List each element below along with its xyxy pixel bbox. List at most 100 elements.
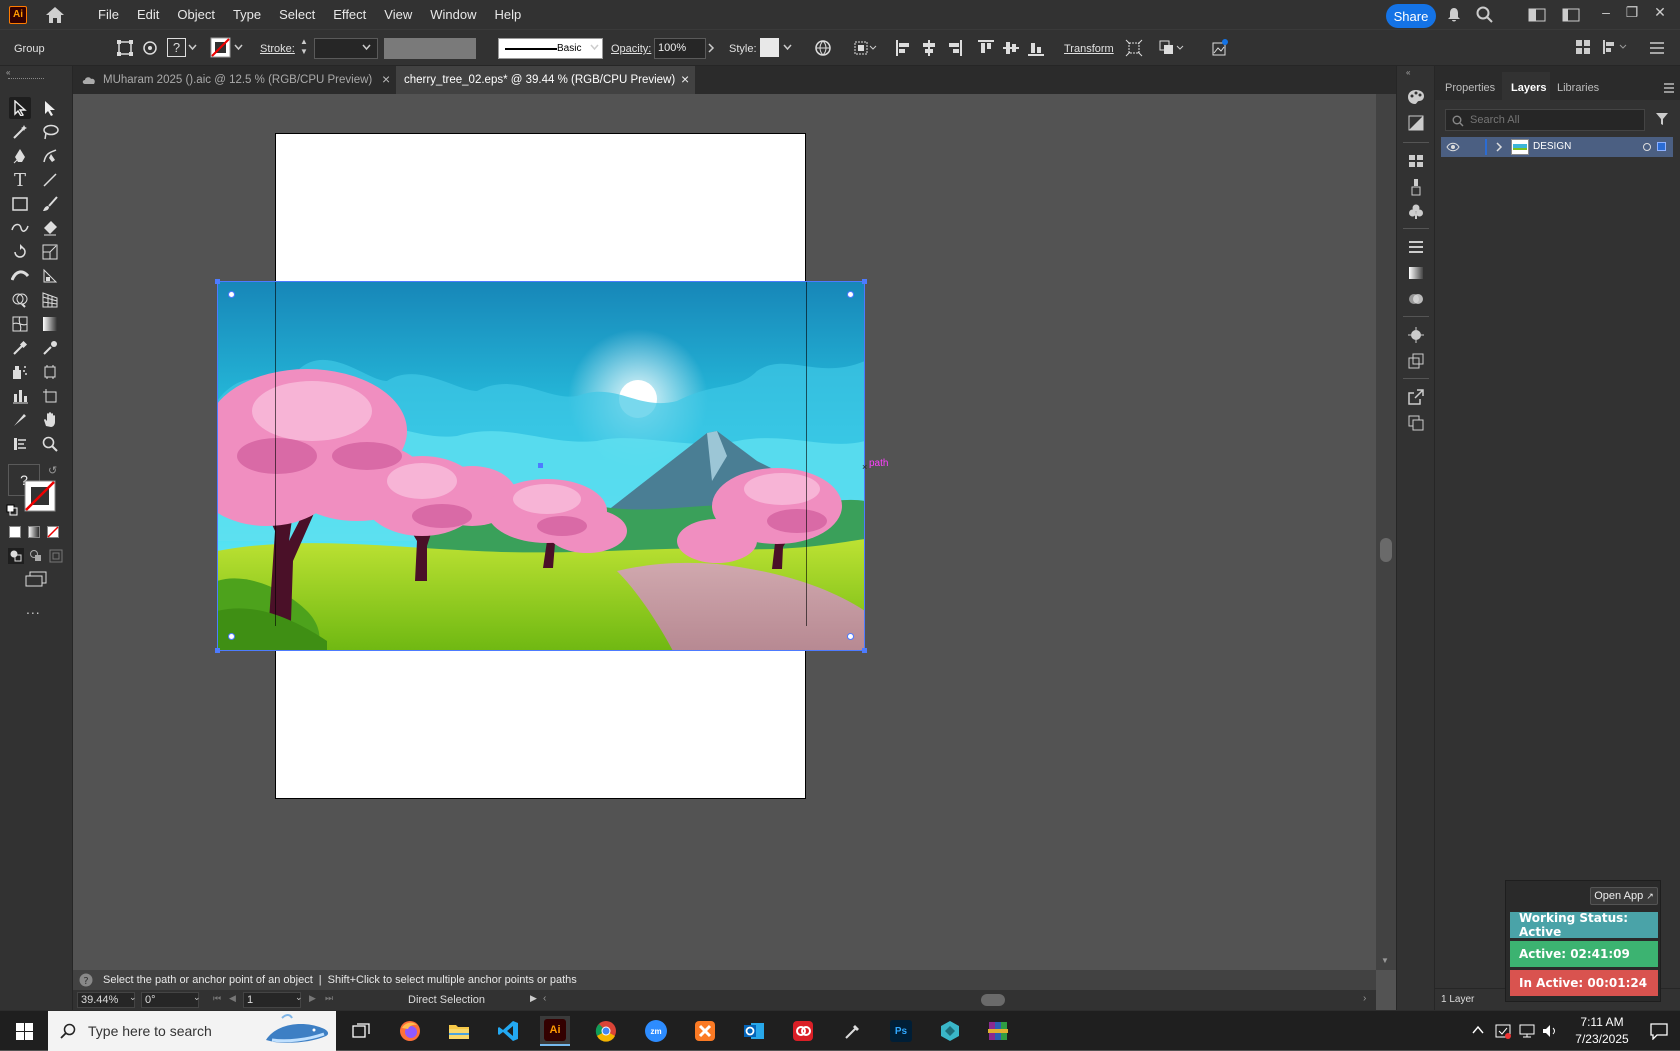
direct-selection-tool-icon[interactable] [39, 97, 61, 119]
mesh-tool-icon[interactable] [9, 313, 31, 335]
type-tool-icon[interactable]: T [9, 169, 31, 191]
artboard-dropdown-icon[interactable]: ⌄ [295, 992, 303, 1003]
illustrator-icon[interactable]: Ai [540, 1016, 570, 1046]
first-artboard-icon[interactable]: ⏮ [213, 993, 221, 1004]
scroll-left-icon[interactable]: ‹ [543, 993, 546, 1004]
tab-libraries[interactable]: Libraries [1557, 82, 1599, 94]
share-button[interactable]: Share [1386, 4, 1436, 28]
slice-selection-tool-icon[interactable] [9, 433, 31, 455]
center-point[interactable] [538, 463, 543, 468]
expand-layer-icon[interactable] [1496, 142, 1503, 152]
stroke-weight-dropdown-icon[interactable] [362, 44, 371, 51]
search-icon[interactable] [1476, 6, 1494, 24]
perspective-grid-tool-icon[interactable] [39, 289, 61, 311]
transform-link[interactable]: Transform [1064, 43, 1114, 55]
line-segment-tool-icon[interactable] [39, 169, 61, 191]
vscode-icon[interactable] [493, 1016, 523, 1046]
align-bottom-icon[interactable] [1027, 39, 1045, 57]
transform-icon[interactable] [1125, 39, 1143, 57]
brush-dropdown-icon[interactable] [590, 44, 599, 51]
next-artboard-icon[interactable]: ▶ [309, 993, 316, 1004]
stroke-panel-icon[interactable] [1405, 236, 1427, 258]
opacity-label[interactable]: Opacity: [611, 43, 651, 55]
layer-row[interactable]: DESIGN [1441, 137, 1673, 157]
scroll-down-icon[interactable]: ▼ [1381, 956, 1389, 965]
pen-tool-icon[interactable] [9, 145, 31, 167]
swap-fill-stroke-icon[interactable]: ↺ [48, 464, 60, 477]
draw-behind-icon[interactable] [28, 548, 44, 564]
align-right-icon[interactable] [945, 39, 963, 57]
shaper-tool-icon[interactable] [9, 217, 31, 239]
bell-icon[interactable] [1446, 7, 1462, 23]
recolor-icon[interactable] [141, 39, 159, 57]
notifications-icon[interactable] [1650, 1023, 1668, 1040]
dev-icon[interactable] [935, 1016, 965, 1046]
help-icon[interactable]: ? [79, 973, 93, 987]
stroke-color-box[interactable] [24, 480, 56, 512]
color-guide-icon[interactable] [1405, 112, 1427, 134]
align-panel-icon[interactable] [1602, 39, 1630, 55]
hand-tool-icon[interactable] [39, 409, 61, 431]
stroke-label[interactable]: Stroke: [260, 43, 295, 55]
brushes-icon[interactable] [1405, 176, 1427, 198]
outlook-icon[interactable] [739, 1016, 769, 1046]
export-icon[interactable] [1405, 386, 1427, 408]
align-horizontal-center-icon[interactable] [920, 39, 938, 57]
restore-button[interactable]: ❐ [1622, 4, 1642, 20]
open-app-button[interactable]: Open App ↗ [1590, 887, 1658, 905]
menu-file[interactable]: File [89, 7, 128, 22]
home-icon[interactable] [45, 6, 65, 24]
graphic-style-swatch[interactable] [760, 38, 779, 57]
rotation-field[interactable]: 0° [141, 992, 199, 1008]
layer-target-icon[interactable] [1643, 143, 1651, 151]
artboard-tool-icon[interactable] [39, 385, 61, 407]
align-top-icon[interactable] [977, 39, 995, 57]
style-dropdown-icon[interactable] [783, 44, 792, 51]
windows-start-icon[interactable] [16, 1023, 33, 1040]
file-explorer-icon[interactable] [444, 1016, 474, 1046]
status-menu-icon[interactable]: ▶ [530, 993, 537, 1004]
stroke-dropdown-icon[interactable] [234, 44, 243, 51]
layer-name[interactable]: DESIGN [1533, 141, 1571, 152]
gradient-panel-icon[interactable] [1405, 262, 1427, 284]
isolate-group-icon[interactable] [116, 39, 134, 57]
rotate-tool-icon[interactable] [9, 241, 31, 263]
draw-inside-icon[interactable] [48, 548, 64, 564]
vertical-scroll-thumb[interactable] [1380, 538, 1392, 562]
shape-builder-tool-icon[interactable] [9, 289, 31, 311]
zoom-tool-icon[interactable] [39, 433, 61, 455]
task-view-icon[interactable] [352, 1023, 370, 1039]
layers-search-field[interactable] [1445, 109, 1645, 131]
toolbar-grip[interactable] [8, 78, 44, 80]
image-trace-icon[interactable] [1210, 37, 1230, 57]
minimize-button[interactable]: – [1596, 4, 1616, 20]
corner-widget[interactable] [228, 291, 235, 298]
align-left-icon[interactable] [895, 39, 913, 57]
menu-window[interactable]: Window [421, 7, 485, 22]
edit-toolbar-button[interactable]: ... [26, 601, 41, 617]
previous-artboard-icon[interactable]: ◀ [229, 993, 236, 1004]
zoom-dropdown-icon[interactable]: ⌄ [129, 992, 137, 1003]
anchor-point[interactable] [862, 279, 867, 284]
network-icon[interactable] [1518, 1023, 1536, 1039]
symbols-icon[interactable] [1405, 200, 1427, 222]
paintbrush-tool-icon[interactable] [39, 193, 61, 215]
filter-icon[interactable] [1655, 112, 1669, 126]
corner-widget[interactable] [228, 633, 235, 640]
tab-cherry-tree[interactable]: cherry_tree_02.eps* @ 39.44 % (RGB/CPU P… [396, 66, 695, 94]
canvas-area[interactable]: × path [73, 94, 1376, 970]
horizontal-scroll-thumb[interactable] [981, 994, 1005, 1006]
close-tab-icon[interactable]: × [382, 71, 390, 87]
workspace-icon[interactable] [1528, 8, 1546, 22]
eraser-tool-icon[interactable] [39, 217, 61, 239]
eyedropper-tool-icon[interactable] [39, 337, 61, 359]
menu-effect[interactable]: Effect [324, 7, 375, 22]
close-window-button[interactable]: ✕ [1650, 4, 1670, 20]
rectangle-tool-icon[interactable] [9, 193, 31, 215]
artboard-number-field[interactable]: 1 [243, 992, 301, 1008]
tab-properties[interactable]: Properties [1445, 82, 1495, 94]
opacity-field[interactable]: 100% [654, 38, 706, 59]
corner-widget[interactable] [847, 633, 854, 640]
color-panel-icon[interactable] [1405, 86, 1427, 108]
menu-object[interactable]: Object [168, 7, 224, 22]
